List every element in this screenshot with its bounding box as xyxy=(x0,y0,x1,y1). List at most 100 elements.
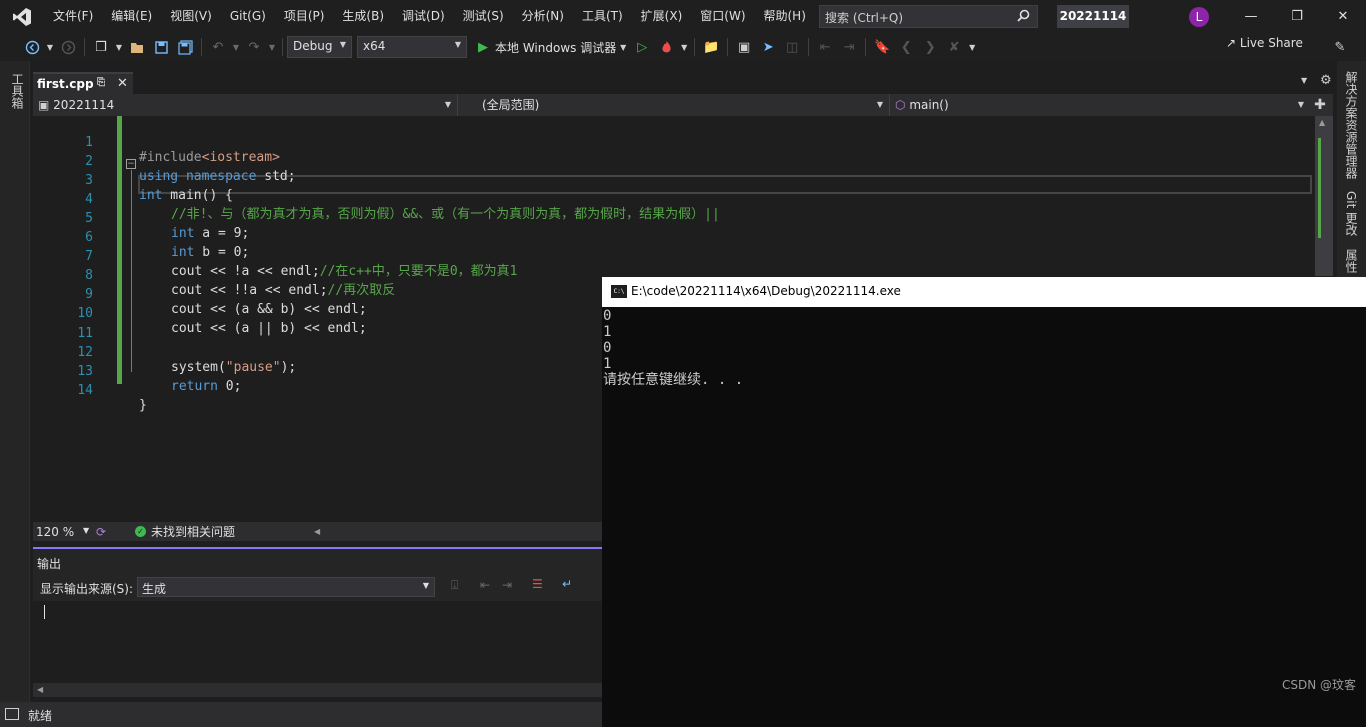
issues-indicator[interactable]: ✓ 未找到相关问题 xyxy=(135,523,235,540)
save-all-icon[interactable] xyxy=(174,36,196,58)
chevron-down-icon[interactable]: ▼ xyxy=(231,36,241,58)
menu-build[interactable]: 生成(B) xyxy=(333,0,393,33)
minimize-icon[interactable]: — xyxy=(1228,0,1274,33)
restore-icon[interactable]: ❐ xyxy=(1274,0,1320,33)
git-changes-tab[interactable]: Git 更改 xyxy=(1343,191,1360,236)
close-tab-icon[interactable]: ✕ xyxy=(117,76,128,91)
project-dropdown[interactable]: ▣ 20221114 ▼ xyxy=(33,94,458,116)
navigate-forward-icon[interactable] xyxy=(57,36,79,58)
console-output[interactable]: 0 1 0 1 请按任意键继续. . . xyxy=(602,308,1366,727)
menu-edit[interactable]: 编辑(E) xyxy=(102,0,161,33)
chevron-down-icon[interactable]: ▼ xyxy=(617,36,629,58)
search-input[interactable]: 搜索 (Ctrl+Q) xyxy=(819,5,1038,28)
chevron-down-icon: ▼ xyxy=(83,525,90,535)
chevron-down-icon[interactable]: ▼ xyxy=(267,36,277,58)
member-dropdown[interactable]: ⬡ main() ▼ xyxy=(890,94,1310,116)
platform-dropdown[interactable]: x64 ▼ xyxy=(357,36,467,58)
bookmark-prev-icon[interactable]: ❮ xyxy=(895,36,917,58)
menu-file[interactable]: 文件(F) xyxy=(44,0,102,33)
line-number: 14 xyxy=(77,383,93,398)
configuration-dropdown[interactable]: Debug ▼ xyxy=(287,36,352,58)
gear-icon[interactable]: ⚙ xyxy=(1320,73,1332,88)
close-icon[interactable]: ✕ xyxy=(1320,0,1366,33)
clear-all-icon[interactable]: ☰ xyxy=(532,577,543,591)
menu-window[interactable]: 窗口(W) xyxy=(691,0,754,33)
menu-help[interactable]: 帮助(H) xyxy=(755,0,815,33)
solution-name-badge[interactable]: 20221114 xyxy=(1057,5,1129,28)
code-line: 7 cout << !a << endl;//在c++中，只要不是0，都为真1 xyxy=(33,232,1315,279)
chevron-down-icon: ▼ xyxy=(1297,100,1304,109)
toolbar-separator xyxy=(84,38,85,56)
scroll-up-icon[interactable]: ▲ xyxy=(1319,118,1325,127)
check-icon: ✓ xyxy=(135,526,146,537)
save-icon[interactable] xyxy=(150,36,172,58)
chevron-down-icon[interactable]: ▼ xyxy=(967,36,977,58)
visual-studio-logo-icon[interactable] xyxy=(0,0,44,33)
chevron-down-icon: ▼ xyxy=(444,100,451,109)
hot-reload-icon[interactable] xyxy=(655,36,677,58)
code-line: 3 int main() { xyxy=(33,156,1315,203)
zoom-dropdown[interactable]: 120 % ▼ xyxy=(33,525,91,539)
outdent-icon[interactable]: ⇤ xyxy=(814,36,836,58)
find-message-icon[interactable]: ⍗ xyxy=(451,578,458,593)
navigate-back-icon[interactable] xyxy=(21,36,43,58)
toolbar-separator xyxy=(282,38,283,56)
menu-extensions[interactable]: 扩展(X) xyxy=(632,0,692,33)
bookmark-clear-icon[interactable]: ✘ xyxy=(943,36,965,58)
indent-icon[interactable]: ⇥ xyxy=(838,36,860,58)
play-icon[interactable]: ▶ xyxy=(476,36,490,58)
output-horizontal-scrollbar[interactable]: ◀ xyxy=(33,683,602,697)
start-without-debugging-icon[interactable]: ▷ xyxy=(631,36,653,58)
scroll-left-icon[interactable]: ◀ xyxy=(314,527,320,536)
redo-icon[interactable]: ↷ xyxy=(243,36,265,58)
split-editor-icon[interactable]: ✚ xyxy=(1310,97,1330,113)
menu-debug[interactable]: 调试(D) xyxy=(393,0,454,33)
solution-explorer-tab[interactable]: 解决方案资源管理器 xyxy=(1343,71,1360,179)
previous-message-icon[interactable]: ⇤ xyxy=(480,578,490,592)
tab-list-dropdown-icon[interactable]: ▼ xyxy=(1301,76,1307,85)
scope-dropdown[interactable]: (全局范围) ▼ xyxy=(458,94,890,116)
pointer-icon[interactable]: ➤ xyxy=(757,36,779,58)
avatar[interactable]: L xyxy=(1189,7,1209,27)
project-value: 20221114 xyxy=(53,98,115,112)
menu-analyze[interactable]: 分析(N) xyxy=(513,0,573,33)
split-icon[interactable]: ◫ xyxy=(781,36,803,58)
bookmark-icon[interactable]: 🔖 xyxy=(871,36,893,58)
feedback-icon[interactable]: ✎ xyxy=(1329,36,1351,58)
configuration-value: Debug xyxy=(293,39,333,53)
run-debugger-button[interactable]: 本地 Windows 调试器 xyxy=(495,39,616,56)
toolbar-separator xyxy=(808,38,810,56)
menu-git[interactable]: Git(G) xyxy=(221,0,275,33)
toolbar-separator xyxy=(201,38,202,56)
output-source-dropdown[interactable]: 生成 ▼ xyxy=(137,577,435,597)
toolbox-tab[interactable]: 工具箱 xyxy=(9,73,26,109)
undo-icon[interactable]: ↶ xyxy=(207,36,229,58)
editor-vertical-scrollbar[interactable]: ▲ xyxy=(1315,116,1333,276)
chevron-down-icon[interactable]: ▼ xyxy=(45,36,55,58)
folder-browse-icon[interactable]: 📁 xyxy=(700,36,722,58)
toolbar-separator xyxy=(694,38,696,56)
word-wrap-icon[interactable]: ↵ xyxy=(562,577,572,591)
pin-icon[interactable]: ⎘ xyxy=(97,77,105,88)
menu-tools[interactable]: 工具(T) xyxy=(573,0,632,33)
next-message-icon[interactable]: ⇥ xyxy=(502,578,512,592)
code-line: 5 int a = 9; xyxy=(33,194,1315,241)
chevron-down-icon[interactable]: ▼ xyxy=(679,36,689,58)
properties-tab[interactable]: 属性 xyxy=(1343,249,1360,273)
console-titlebar[interactable]: C:\ E:\code\20221114\x64\Debug\20221114.… xyxy=(602,277,1366,307)
bookmark-next-icon[interactable]: ❯ xyxy=(919,36,941,58)
console-window[interactable]: C:\ E:\code\20221114\x64\Debug\20221114.… xyxy=(602,277,1366,727)
output-source-value: 生成 xyxy=(142,582,167,596)
scrollbar-thumb[interactable] xyxy=(1318,138,1330,238)
menu-project[interactable]: 项目(P) xyxy=(275,0,334,33)
menu-view[interactable]: 视图(V) xyxy=(161,0,221,33)
layout-icon[interactable]: ▣ xyxy=(733,36,755,58)
live-share-button[interactable]: ↗ Live Share xyxy=(1226,36,1303,50)
output-text-area[interactable] xyxy=(33,601,602,685)
menu-test[interactable]: 测试(S) xyxy=(454,0,513,33)
chevron-down-icon[interactable]: ▼ xyxy=(114,36,124,58)
new-project-icon[interactable]: ❒ xyxy=(90,36,112,58)
open-folder-icon[interactable] xyxy=(126,36,148,58)
brush-icon[interactable]: ⟳ xyxy=(96,525,106,539)
tab-first-cpp[interactable]: first.cpp ⎘ ✕ xyxy=(33,72,133,94)
